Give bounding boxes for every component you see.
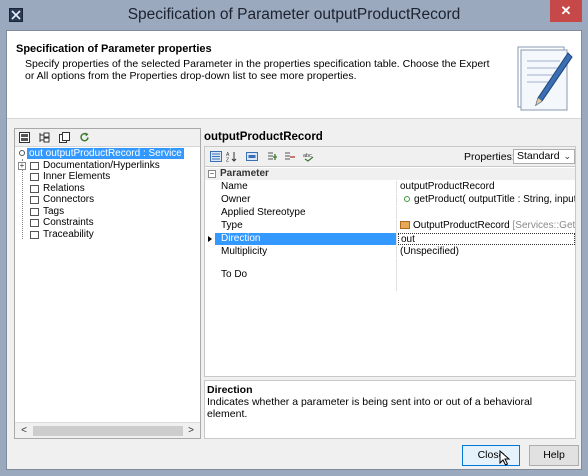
tree-root-label: out outputProductRecord : Service <box>27 148 184 159</box>
tree-item-connectors[interactable]: Connectors <box>15 194 200 206</box>
tree-item-label: Constraints <box>43 217 94 228</box>
tree-item-inner-elements[interactable]: Inner Elements <box>15 171 200 183</box>
property-row-multiplicity[interactable]: Multiplicity (Unspecified) <box>205 246 575 258</box>
property-name: Direction <box>215 233 397 245</box>
property-value-qualifier: [Services::GetP... <box>512 220 576 231</box>
properties-label: Properties: <box>464 151 515 163</box>
page-icon <box>30 173 39 181</box>
tree-pane: out outputProductRecord : Service + Docu… <box>14 128 201 439</box>
property-row-type[interactable]: Type OutputProductRecord [Services::GetP… <box>205 220 575 232</box>
tree-item-label: Inner Elements <box>43 171 111 182</box>
window-close-button[interactable]: ✕ <box>550 0 582 22</box>
property-value: OutputProductRecord <box>413 220 510 231</box>
properties-grid: − Parameter Name outputProductRecord Own… <box>204 166 576 377</box>
property-row-to-do[interactable]: To Do <box>205 259 575 291</box>
property-value[interactable]: outputProductRecord <box>398 181 575 193</box>
operation-icon <box>404 196 410 202</box>
help-button[interactable]: Help <box>529 445 579 466</box>
description-panel: Direction Indicates whether a parameter … <box>204 380 576 439</box>
tree-item-label: Relations <box>43 182 85 194</box>
properties-dropdown-value: Standard <box>517 150 560 162</box>
scroll-thumb[interactable] <box>33 426 183 436</box>
tree-item-label: Documentation/Hyperlinks <box>43 159 160 171</box>
header-title: Specification of Parameter properties <box>16 43 212 55</box>
spell-check-icon[interactable]: abc <box>303 151 315 162</box>
tree-item-traceability[interactable]: Traceability <box>15 229 200 241</box>
element-title: outputProductRecord <box>204 131 323 143</box>
page-icon <box>30 230 39 239</box>
property-row-owner[interactable]: Owner getProduct( outputTitle : String, … <box>205 194 575 206</box>
property-value[interactable]: (Unspecified) <box>398 246 575 258</box>
class-icon <box>400 221 410 229</box>
property-value[interactable] <box>398 207 575 219</box>
parameter-icon <box>19 150 25 156</box>
collapse-all-icon[interactable] <box>19 132 30 143</box>
tree-item-label: Connectors <box>43 194 95 205</box>
refresh-icon[interactable] <box>79 132 90 143</box>
expand-icon[interactable]: + <box>18 161 26 170</box>
description-text: Indicates whether a parameter is being s… <box>207 396 533 420</box>
header-description: Specify properties of the selected Param… <box>25 58 490 82</box>
tree-item-label: Traceability <box>43 228 94 240</box>
sort-alphabetical-icon[interactable]: AZ <box>226 151 238 162</box>
tree-root-item[interactable]: out outputProductRecord : Service <box>15 148 200 160</box>
window-title: Specification of Parameter outputProduct… <box>127 6 461 23</box>
tree-item-documentation[interactable]: + Documentation/Hyperlinks <box>15 160 200 172</box>
property-name: Owner <box>215 194 397 206</box>
property-row-applied-stereotype[interactable]: Applied Stereotype <box>205 207 575 219</box>
scroll-right-icon[interactable]: > <box>185 425 197 437</box>
tree-view-icon[interactable] <box>39 132 50 143</box>
collapse-all-props-icon[interactable] <box>284 151 296 162</box>
mouse-cursor-icon <box>499 450 511 466</box>
property-name: Name <box>215 181 397 193</box>
scroll-left-icon[interactable]: < <box>18 425 30 437</box>
page-icon <box>30 184 39 193</box>
spec-tree: out outputProductRecord : Service + Docu… <box>15 147 200 240</box>
properties-dropdown[interactable]: Standard ⌄ <box>513 149 575 164</box>
property-value-cell[interactable]: getProduct( outputTitle : String, input.… <box>398 194 575 206</box>
chevron-down-icon: ⌄ <box>563 151 571 161</box>
page-icon <box>30 161 39 170</box>
property-value[interactable] <box>398 259 575 291</box>
page-icon <box>30 219 39 227</box>
title-bar[interactable]: Specification of Parameter outputProduct… <box>0 0 588 30</box>
group-header-parameter[interactable]: − Parameter <box>205 168 575 180</box>
description-title: Direction <box>207 384 253 396</box>
property-name: Multiplicity <box>215 246 397 258</box>
categorized-view-icon[interactable] <box>210 151 222 162</box>
spec-pencil-icon <box>517 46 573 111</box>
tree-item-relations[interactable]: Relations <box>15 183 200 195</box>
svg-text:Z: Z <box>226 158 229 163</box>
copy-icon[interactable] <box>59 132 70 143</box>
filter-icon[interactable] <box>246 151 258 162</box>
property-name: Type <box>215 220 397 232</box>
group-title: Parameter <box>220 168 269 179</box>
property-value-cell[interactable]: OutputProductRecord [Services::GetP... <box>398 220 575 232</box>
property-name: Applied Stereotype <box>215 207 397 219</box>
tree-item-tags[interactable]: Tags <box>15 206 200 218</box>
property-name: To Do <box>215 259 397 291</box>
dialog-window: Specification of Parameter outputProduct… <box>0 0 588 476</box>
property-row-direction[interactable]: Direction out <box>205 233 575 245</box>
property-value[interactable]: out <box>398 233 575 245</box>
property-value: getProduct( outputTitle : String, input.… <box>414 194 575 205</box>
properties-toolbar: AZ abc Properties: Standard ⌄ <box>204 146 576 166</box>
expand-all-icon[interactable] <box>267 151 279 162</box>
properties-pane: outputProductRecord AZ abc Properties: S… <box>204 128 576 439</box>
tree-item-constraints[interactable]: Constraints <box>15 217 200 229</box>
collapse-group-icon[interactable]: − <box>208 170 216 178</box>
page-icon <box>30 196 39 204</box>
tree-item-label: Tags <box>43 205 65 217</box>
dialog-content: Specification of Parameter properties Sp… <box>6 30 582 470</box>
tree-toolbar <box>15 129 200 147</box>
header-panel: Specification of Parameter properties Sp… <box>7 31 581 119</box>
horizontal-scrollbar[interactable]: < > <box>15 422 200 438</box>
row-pointer-icon <box>208 236 212 242</box>
property-row-name[interactable]: Name outputProductRecord <box>205 181 575 193</box>
page-icon <box>30 207 39 216</box>
